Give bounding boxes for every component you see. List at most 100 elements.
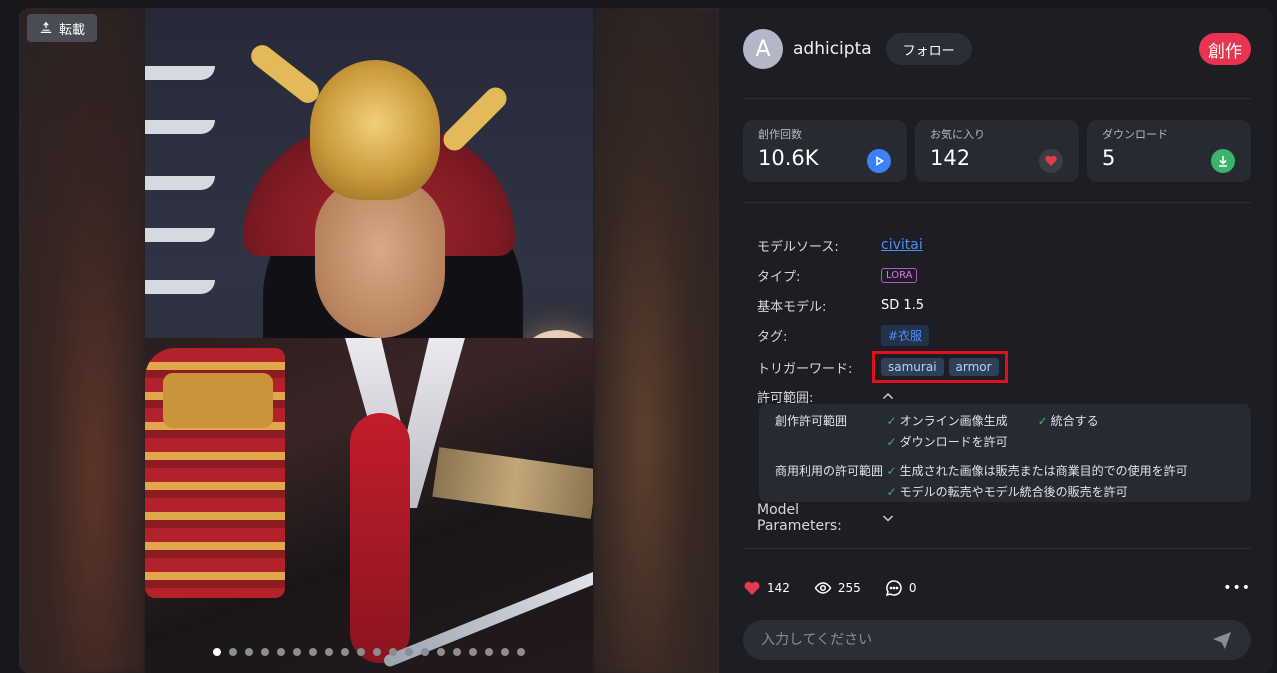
license-item-text: 生成された画像は販売または商業目的での使用を許可 <box>899 464 1188 478</box>
prop-label: モデルソース: <box>757 239 839 255</box>
divider <box>743 98 1251 99</box>
model-parameters-label[interactable]: Model Parameters: <box>757 502 847 534</box>
chevron-up-icon[interactable] <box>881 389 895 403</box>
pagoda-roof <box>145 280 215 294</box>
author-header: A adhicipta フォロー 創作 <box>743 29 1251 69</box>
carousel-dot[interactable] <box>421 648 429 656</box>
license-item: ✓ ダウンロードを許可 <box>887 433 1008 450</box>
carousel-dot[interactable] <box>213 648 221 656</box>
license-items: ✓ 生成された画像は販売または商業目的での使用を許可 ✓ モデルの転売やモデル統合後… <box>887 462 1235 500</box>
comment-input[interactable] <box>761 632 1211 648</box>
carousel-dot[interactable] <box>405 648 413 656</box>
license-label: 創作許可範囲 <box>775 414 848 428</box>
license-item-text: 統合する <box>1050 414 1099 428</box>
stat-label: 創作回数 <box>758 128 802 141</box>
image-viewer[interactable]: 転載 <box>19 8 719 673</box>
repost-icon <box>40 21 52 33</box>
stat-favorites: お気に入り 142 <box>915 120 1079 182</box>
license-item-text: ダウンロードを許可 <box>899 435 1008 449</box>
like-button[interactable]: 142 <box>743 579 790 597</box>
comment-button[interactable]: 0 <box>885 579 916 597</box>
check-icon: ✓ <box>886 484 897 499</box>
stat-downloads: ダウンロード 5 <box>1087 120 1251 182</box>
carousel-dot[interactable] <box>517 648 525 656</box>
license-details: 創作許可範囲 ✓ オンライン画像生成 ✓ 統合する ✓ ダウンロードを許可 商用利用の… <box>759 404 1251 502</box>
helmet-horn-right <box>438 82 512 156</box>
trigger-chip[interactable]: samurai <box>881 358 944 376</box>
comment-icon <box>885 580 902 597</box>
repost-button[interactable]: 転載 <box>27 14 98 42</box>
follow-button[interactable]: フォロー <box>885 33 972 65</box>
create-button[interactable]: 創作 <box>1199 33 1251 65</box>
carousel-dot[interactable] <box>373 648 381 656</box>
carousel-dot[interactable] <box>437 648 445 656</box>
send-icon[interactable] <box>1211 629 1233 651</box>
trigger-chip[interactable]: armor <box>948 358 999 376</box>
model-parameters-text: Model Parameters: <box>757 502 842 534</box>
carousel-dot[interactable] <box>341 648 349 656</box>
pagoda-roof <box>145 66 215 80</box>
model-detail-modal: 転載 A adhicipta フォロー 創作 創作回数 10.6K お気に入り … <box>19 8 1273 673</box>
check-icon: ✓ <box>1037 413 1048 428</box>
carousel-dot[interactable] <box>357 648 365 656</box>
divider <box>743 202 1251 203</box>
download-icon[interactable] <box>1211 149 1235 173</box>
stat-label: ダウンロード <box>1102 128 1168 141</box>
helmet-horn-left <box>246 40 324 108</box>
carousel-dot[interactable] <box>485 648 493 656</box>
carousel-dot[interactable] <box>453 648 461 656</box>
repost-label: 転載 <box>59 22 86 38</box>
type-badge: LORA <box>881 267 918 283</box>
heart-icon <box>744 581 760 595</box>
carousel-dot[interactable] <box>469 648 477 656</box>
pagoda-roof <box>145 228 215 242</box>
red-rope <box>350 413 410 663</box>
prop-label: トリガーワード: <box>757 361 853 377</box>
prop-trigger-words: トリガーワード: samurai armor <box>757 350 1237 384</box>
carousel-dot[interactable] <box>245 648 253 656</box>
stats-row: 創作回数 10.6K お気に入り 142 ダウンロード 5 <box>743 120 1251 182</box>
stat-label: お気に入り <box>930 128 985 141</box>
license-creation-row: 創作許可範囲 ✓ オンライン画像生成 ✓ 統合する ✓ ダウンロードを許可 <box>775 412 1235 450</box>
action-bar: 142 255 0 ••• <box>743 578 1251 598</box>
check-icon: ✓ <box>886 463 897 478</box>
pagoda-roof <box>145 176 215 190</box>
carousel-dot[interactable] <box>501 648 509 656</box>
face <box>315 178 445 338</box>
base-model-value: SD 1.5 <box>881 297 925 313</box>
source-link[interactable]: civitai <box>881 237 923 253</box>
eye-icon <box>814 582 832 594</box>
prop-label: 許可範囲: <box>757 390 814 406</box>
helmet-crest <box>310 60 440 200</box>
carousel-dot[interactable] <box>277 648 285 656</box>
carousel-dot[interactable] <box>325 648 333 656</box>
trigger-words-highlight: samurai armor <box>872 351 1008 383</box>
carousel-dot[interactable] <box>389 648 397 656</box>
license-item: ✓ モデルの転売やモデル統合後の販売を許可 <box>887 483 1128 500</box>
view-count: 255 <box>837 581 861 595</box>
heart-icon[interactable] <box>1039 149 1063 173</box>
chevron-down-icon[interactable] <box>881 511 895 525</box>
carousel-dots[interactable] <box>213 648 525 656</box>
license-commercial-row: 商用利用の許可範囲 ✓ 生成された画像は販売または商業目的での使用を許可 ✓ モデル… <box>775 462 1235 500</box>
model-properties: モデルソース: civitai タイプ: LORA 基本モデル: SD 1.5 … <box>757 230 1237 408</box>
blurred-background-right <box>593 8 719 673</box>
more-options-button[interactable]: ••• <box>1223 580 1251 596</box>
author-name[interactable]: adhicipta <box>793 39 872 59</box>
license-item-text: モデルの転売やモデル統合後の販売を許可 <box>899 485 1128 499</box>
license-items: ✓ オンライン画像生成 ✓ 統合する ✓ ダウンロードを許可 <box>887 412 1235 450</box>
avatar[interactable]: A <box>743 29 783 69</box>
tag-chip[interactable]: #衣服 <box>881 324 930 346</box>
like-count: 142 <box>767 581 790 595</box>
carousel-dot[interactable] <box>309 648 317 656</box>
carousel-dot[interactable] <box>261 648 269 656</box>
divider <box>743 548 1251 549</box>
main-image[interactable] <box>145 8 593 673</box>
check-icon: ✓ <box>886 434 897 449</box>
carousel-dot[interactable] <box>229 648 237 656</box>
carousel-dot[interactable] <box>293 648 301 656</box>
license-item: ✓ オンライン画像生成 <box>887 412 1008 429</box>
check-icon: ✓ <box>886 413 897 428</box>
play-icon[interactable] <box>867 149 891 173</box>
prop-label: タイプ: <box>757 269 801 285</box>
